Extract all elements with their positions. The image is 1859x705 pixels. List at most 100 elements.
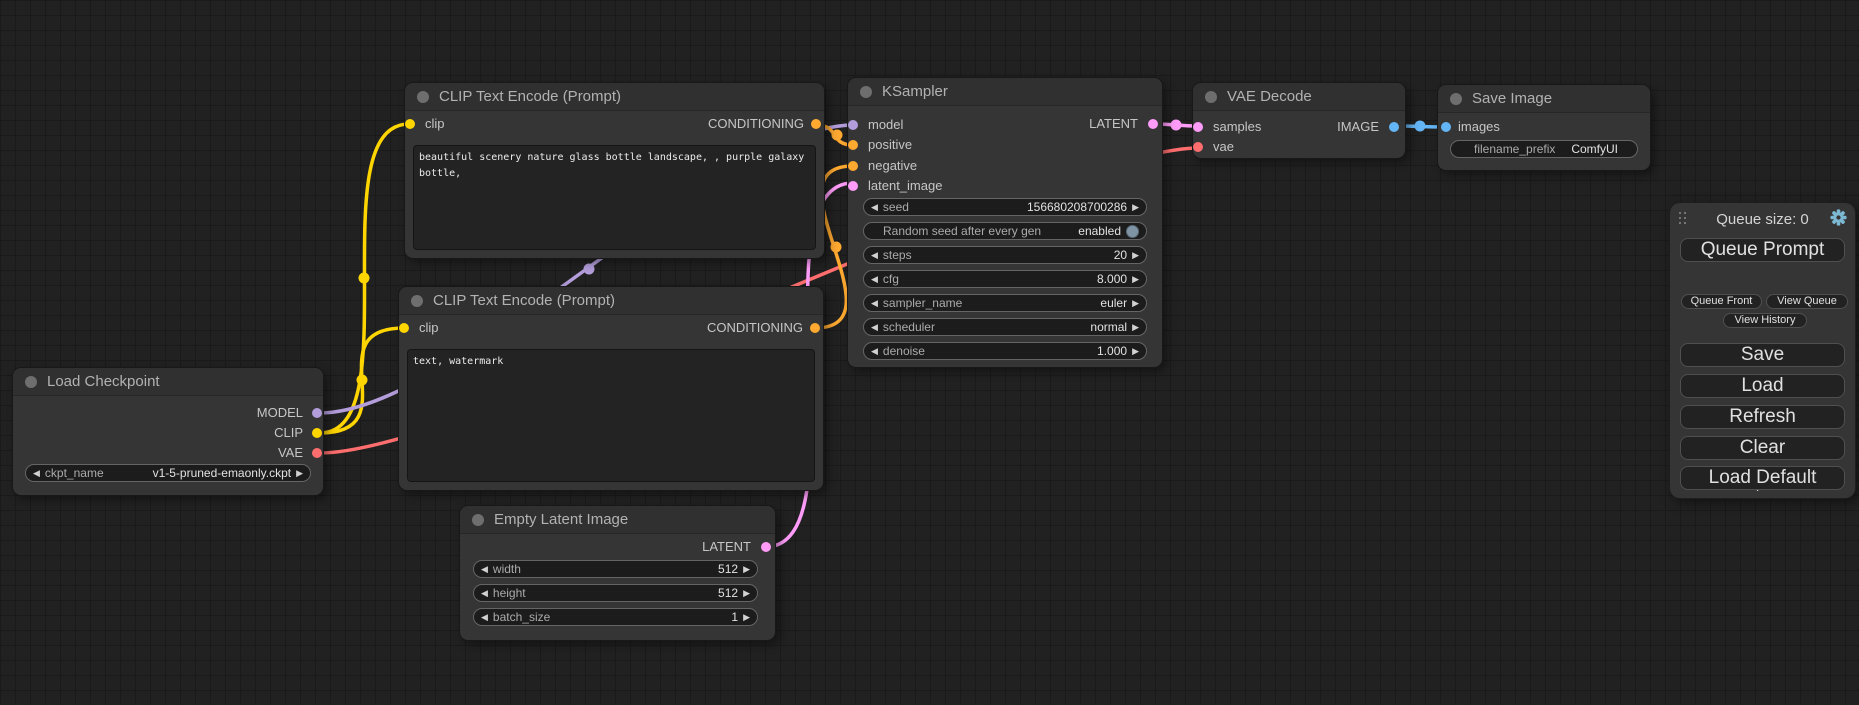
height-widget[interactable]: ◀ height 512 ▶ bbox=[473, 584, 758, 602]
node-ksampler[interactable]: KSampler model positive negative latent_… bbox=[848, 78, 1162, 367]
node-title-bar[interactable]: CLIP Text Encode (Prompt) bbox=[399, 287, 823, 315]
increment-arrow-icon[interactable]: ▶ bbox=[1132, 342, 1139, 360]
widget-value: 1.000 bbox=[1097, 344, 1127, 358]
output-slot-vae[interactable] bbox=[312, 448, 322, 458]
decrement-arrow-icon[interactable]: ◀ bbox=[871, 198, 878, 216]
batch-size-widget[interactable]: ◀ batch_size 1 ▶ bbox=[473, 608, 758, 626]
sampler-name-widget[interactable]: ◀ sampler_name euler ▶ bbox=[863, 294, 1147, 312]
negative-prompt-textarea[interactable]: text, watermark bbox=[407, 349, 815, 482]
link-midpoint-dot bbox=[584, 264, 595, 275]
toggle-dot-icon[interactable] bbox=[1126, 225, 1139, 238]
widget-label: width bbox=[493, 562, 521, 576]
decrement-arrow-icon[interactable]: ◀ bbox=[481, 560, 488, 578]
input-label-model: model bbox=[868, 117, 903, 132]
decrement-arrow-icon[interactable]: ◀ bbox=[871, 270, 878, 288]
cfg-widget[interactable]: ◀ cfg 8.000 ▶ bbox=[863, 270, 1147, 288]
collapse-dot-icon[interactable] bbox=[1205, 91, 1217, 103]
steps-widget[interactable]: ◀ steps 20 ▶ bbox=[863, 246, 1147, 264]
output-slot-model[interactable] bbox=[312, 408, 322, 418]
increment-arrow-icon[interactable]: ▶ bbox=[743, 608, 750, 626]
input-slot-model[interactable] bbox=[848, 120, 858, 130]
clear-button[interactable]: Clear bbox=[1680, 436, 1845, 460]
node-save-image[interactable]: Save Image images filename_prefix ComfyU… bbox=[1438, 85, 1650, 170]
increment-arrow-icon[interactable]: ▶ bbox=[1132, 294, 1139, 312]
increment-arrow-icon[interactable]: ▶ bbox=[743, 560, 750, 578]
node-title: Load Checkpoint bbox=[47, 373, 160, 390]
input-label-clip: clip bbox=[425, 116, 445, 131]
queue-front-button[interactable]: Queue Front bbox=[1681, 294, 1762, 309]
denoise-widget[interactable]: ◀ denoise 1.000 ▶ bbox=[863, 342, 1147, 360]
node-empty-latent-image[interactable]: Empty Latent Image LATENT ◀ width 512 ▶ … bbox=[460, 506, 775, 640]
node-title-bar[interactable]: Empty Latent Image bbox=[460, 506, 775, 534]
input-slot-samples[interactable] bbox=[1193, 122, 1203, 132]
ckpt-name-widget[interactable]: ◀ ckpt_name v1-5-pruned-emaonly.ckpt ▶ bbox=[25, 464, 311, 482]
decrement-arrow-icon[interactable]: ◀ bbox=[871, 318, 878, 336]
collapse-dot-icon[interactable] bbox=[472, 514, 484, 526]
input-label-clip: clip bbox=[419, 320, 439, 335]
decrement-arrow-icon[interactable]: ◀ bbox=[481, 608, 488, 626]
decrement-arrow-icon[interactable]: ◀ bbox=[481, 584, 488, 602]
collapse-dot-icon[interactable] bbox=[417, 91, 429, 103]
positive-prompt-textarea[interactable]: beautiful scenery nature glass bottle la… bbox=[413, 145, 816, 250]
filename-prefix-widget[interactable]: filename_prefix ComfyUI bbox=[1450, 140, 1638, 158]
node-title-bar[interactable]: VAE Decode bbox=[1193, 83, 1405, 111]
node-title-bar[interactable]: Load Checkpoint bbox=[13, 368, 323, 396]
increment-arrow-icon[interactable]: ▶ bbox=[1132, 270, 1139, 288]
input-slot-clip[interactable] bbox=[405, 119, 415, 129]
scheduler-widget[interactable]: ◀ scheduler normal ▶ bbox=[863, 318, 1147, 336]
widget-value: enabled bbox=[1078, 224, 1121, 238]
decrement-arrow-icon[interactable]: ◀ bbox=[33, 464, 40, 482]
view-queue-button[interactable]: View Queue bbox=[1766, 294, 1848, 309]
input-slot-images[interactable] bbox=[1441, 122, 1451, 132]
node-title: VAE Decode bbox=[1227, 88, 1312, 105]
save-button[interactable]: Save bbox=[1680, 343, 1845, 367]
output-slot-latent[interactable] bbox=[1148, 119, 1158, 129]
output-label-image: IMAGE bbox=[1337, 119, 1379, 134]
increment-arrow-icon[interactable]: ▶ bbox=[1132, 246, 1139, 264]
widget-label: cfg bbox=[883, 272, 899, 286]
graph-canvas[interactable]: Load Checkpoint MODEL CLIP VAE ◀ ckpt_na… bbox=[0, 0, 1859, 705]
node-clip-text-encode-positive[interactable]: CLIP Text Encode (Prompt) clip CONDITION… bbox=[405, 83, 824, 258]
view-history-button[interactable]: View History bbox=[1723, 313, 1807, 328]
collapse-dot-icon[interactable] bbox=[411, 295, 423, 307]
increment-arrow-icon[interactable]: ▶ bbox=[296, 464, 303, 482]
seed-widget[interactable]: ◀ seed 156680208700286 ▶ bbox=[863, 198, 1147, 216]
refresh-button[interactable]: Refresh bbox=[1680, 405, 1845, 429]
decrement-arrow-icon[interactable]: ◀ bbox=[871, 342, 878, 360]
node-vae-decode[interactable]: VAE Decode samples vae IMAGE bbox=[1193, 83, 1405, 158]
width-widget[interactable]: ◀ width 512 ▶ bbox=[473, 560, 758, 578]
output-label-vae: VAE bbox=[278, 445, 303, 460]
output-slot-conditioning[interactable] bbox=[811, 119, 821, 129]
load-button[interactable]: Load bbox=[1680, 374, 1845, 398]
widget-value: v1-5-pruned-emaonly.ckpt bbox=[153, 466, 292, 480]
input-slot-latent-image[interactable] bbox=[848, 181, 858, 191]
collapse-dot-icon[interactable] bbox=[25, 376, 37, 388]
node-title-bar[interactable]: KSampler bbox=[848, 78, 1162, 106]
collapse-dot-icon[interactable] bbox=[1450, 93, 1462, 105]
load-default-button[interactable]: Load Default bbox=[1680, 466, 1845, 490]
increment-arrow-icon[interactable]: ▶ bbox=[1132, 318, 1139, 336]
input-slot-positive[interactable] bbox=[848, 140, 858, 150]
queue-prompt-button[interactable]: Queue Prompt bbox=[1680, 238, 1845, 262]
collapse-dot-icon[interactable] bbox=[860, 86, 872, 98]
output-slot-conditioning[interactable] bbox=[810, 323, 820, 333]
node-load-checkpoint[interactable]: Load Checkpoint MODEL CLIP VAE ◀ ckpt_na… bbox=[13, 368, 323, 495]
increment-arrow-icon[interactable]: ▶ bbox=[1132, 198, 1139, 216]
output-slot-clip[interactable] bbox=[312, 428, 322, 438]
node-title-bar[interactable]: Save Image bbox=[1438, 85, 1650, 113]
input-slot-clip[interactable] bbox=[399, 323, 409, 333]
increment-arrow-icon[interactable]: ▶ bbox=[743, 584, 750, 602]
random-seed-toggle-widget[interactable]: Random seed after every gen enabled bbox=[863, 222, 1147, 240]
node-title: CLIP Text Encode (Prompt) bbox=[439, 88, 621, 105]
widget-label: filename_prefix bbox=[1474, 142, 1555, 156]
link-midpoint-dot bbox=[359, 273, 370, 284]
input-slot-vae[interactable] bbox=[1193, 142, 1203, 152]
settings-gear-icon[interactable] bbox=[1830, 209, 1847, 226]
decrement-arrow-icon[interactable]: ◀ bbox=[871, 294, 878, 312]
node-title-bar[interactable]: CLIP Text Encode (Prompt) bbox=[405, 83, 824, 111]
node-clip-text-encode-negative[interactable]: CLIP Text Encode (Prompt) clip CONDITION… bbox=[399, 287, 823, 490]
output-slot-image[interactable] bbox=[1389, 122, 1399, 132]
output-slot-latent[interactable] bbox=[761, 542, 771, 552]
decrement-arrow-icon[interactable]: ◀ bbox=[871, 246, 878, 264]
input-slot-negative[interactable] bbox=[848, 161, 858, 171]
